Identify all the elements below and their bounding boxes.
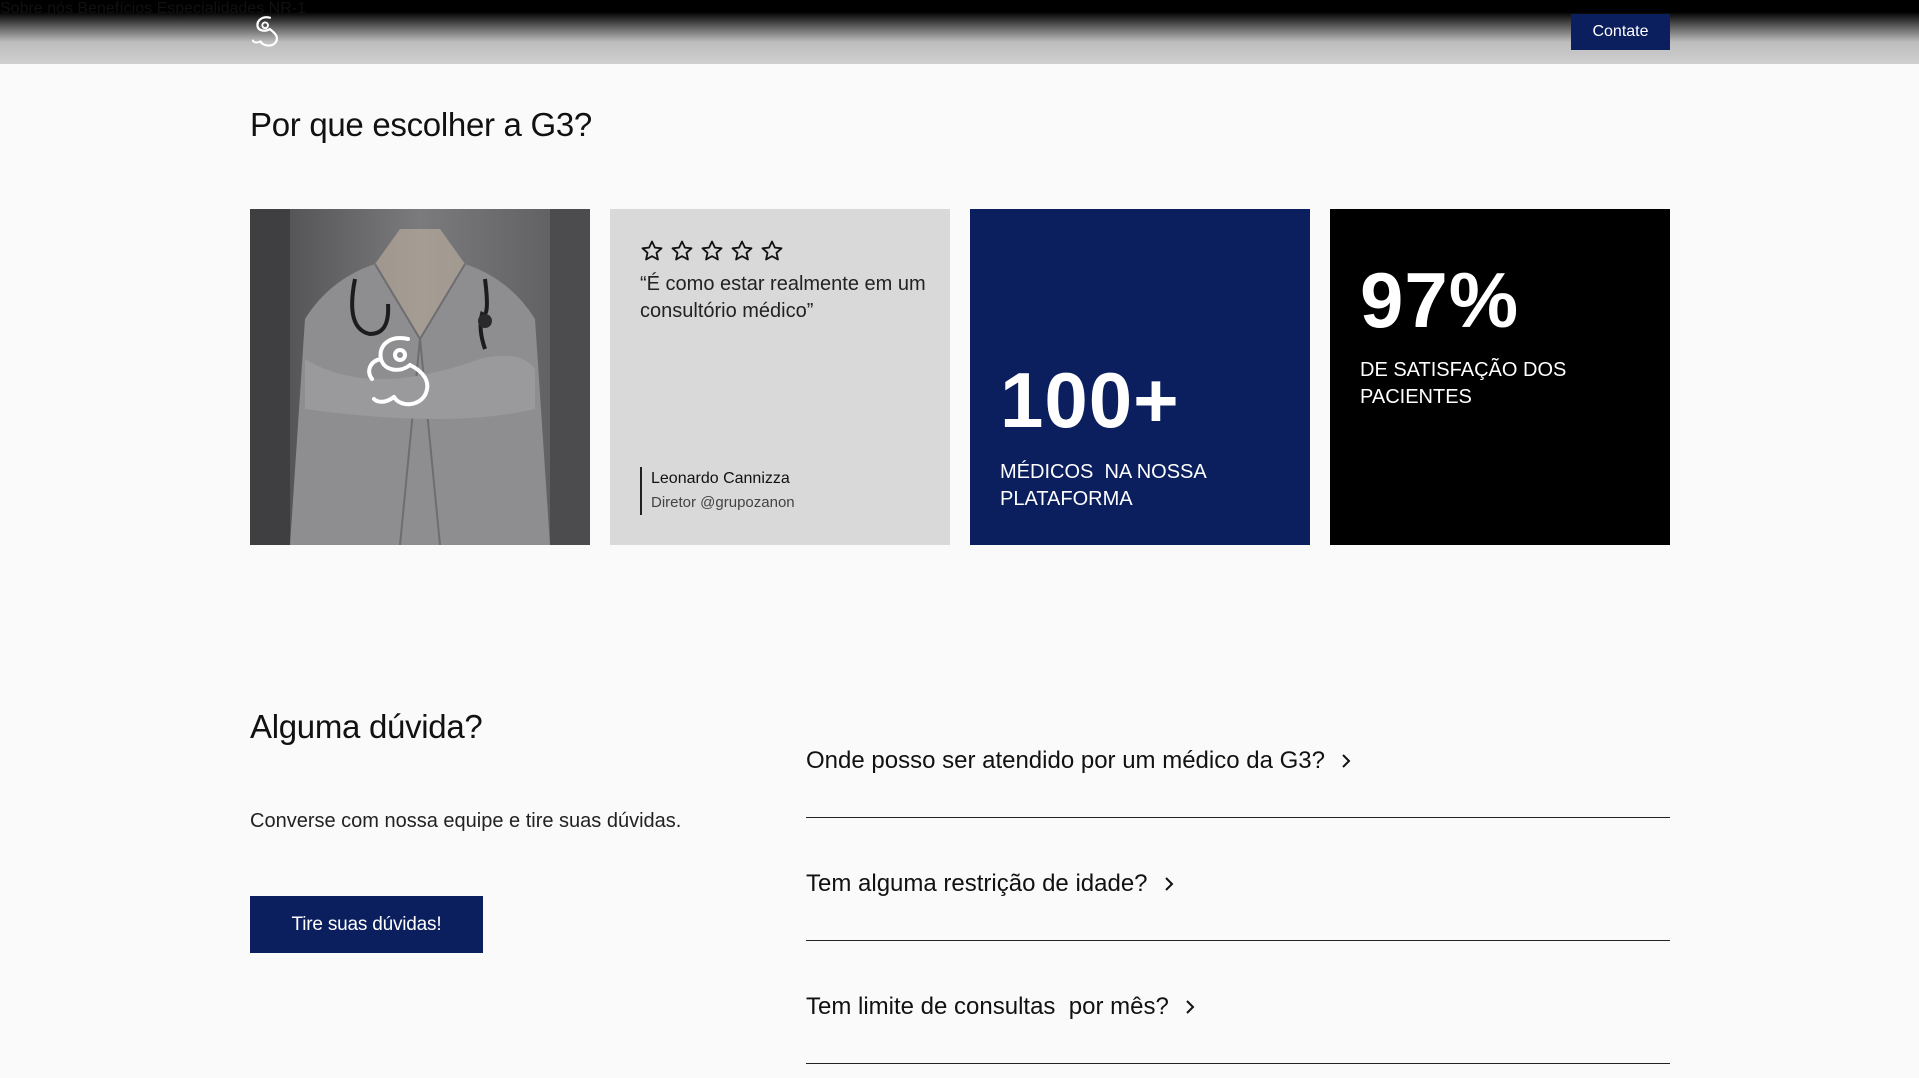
stat-satisfaction-value: 97% (1360, 256, 1520, 344)
why-section-title: Por que escolher a G3? (250, 106, 592, 143)
star-outline-icon (701, 240, 723, 261)
stat-satisfaction-label-line1: DE SATISFAÇÃO DOS (1360, 359, 1567, 381)
chevron-right-icon (1186, 1000, 1195, 1014)
stat-doctors-value: 100+ (1000, 356, 1180, 444)
chevron-right-icon (1342, 754, 1351, 768)
faq-description: Converse com nossa equipe e tire suas dú… (250, 810, 682, 832)
stat-doctors-card: 100+ MÉDICOS NA NOSSA PLATAFORMA (970, 209, 1310, 545)
rating-stars (640, 239, 784, 263)
stat-satisfaction-label: DE SATISFAÇÃO DOS PACIENTES (1360, 357, 1620, 411)
faq-question-row: Onde posso ser atendido por um médico da… (806, 747, 1353, 775)
star-outline-icon (671, 240, 693, 261)
chevron-right-icon (1164, 877, 1173, 891)
stat-doctors-label-line1: MÉDICOS NA NOSSA (1000, 461, 1207, 483)
g3-logo[interactable] (249, 12, 287, 50)
contact-button[interactable]: Contate (1571, 14, 1670, 50)
doctor-photo-card (250, 209, 590, 545)
stat-satisfaction-label-line2: PACIENTES (1360, 386, 1472, 408)
star-outline-icon (731, 240, 753, 261)
top-navigation-bar: Sobre nós Benefícios Especialidades NR-1… (0, 0, 1919, 64)
faq-question: Onde posso ser atendido por um médico da… (806, 747, 1325, 774)
doctor-photo (250, 209, 590, 545)
faq-question: Tem limite de consultas por mês? (806, 993, 1169, 1020)
star-outline-icon (761, 240, 783, 261)
author-role: Diretor @grupozanon (651, 494, 795, 511)
testimonial-quote: “É como estar realmente em um consultóri… (640, 273, 926, 322)
nav-beneficios[interactable]: Benefícios (77, 0, 152, 17)
faq-item[interactable]: Tem limite de consultas por mês? (806, 941, 1670, 1064)
author-name: Leonardo Cannizza (651, 470, 790, 487)
testimonial-card: “É como estar realmente em um consultóri… (610, 209, 950, 545)
faq-section-title: Alguma dúvida? (250, 708, 483, 745)
faq-item[interactable]: Onde posso ser atendido por um médico da… (806, 695, 1670, 818)
faq-item[interactable]: Tem alguma restrição de idade? (806, 818, 1670, 941)
star-outline-icon (641, 240, 663, 261)
testimonial-author: Leonardo Cannizza Diretor @grupozanon (640, 467, 795, 515)
stat-doctors-label-line2: PLATAFORMA (1000, 488, 1133, 510)
faq-question-row: Tem alguma restrição de idade? (806, 870, 1176, 898)
faq-question: Tem alguma restrição de idade? (806, 870, 1148, 897)
nav-sobre-nos[interactable]: Sobre nós (0, 0, 73, 17)
stat-doctors-label: MÉDICOS NA NOSSA PLATAFORMA (1000, 459, 1260, 513)
faq-question-row: Tem limite de consultas por mês? (806, 993, 1197, 1021)
ask-questions-button[interactable]: Tire suas dúvidas! (250, 896, 483, 953)
stat-satisfaction-card: 97% DE SATISFAÇÃO DOS PACIENTES (1330, 209, 1670, 545)
